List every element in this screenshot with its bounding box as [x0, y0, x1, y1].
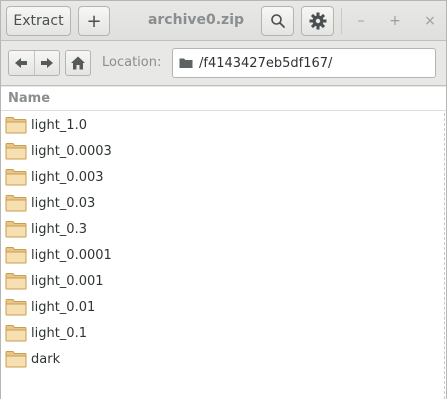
add-files-button[interactable]: +	[78, 6, 110, 36]
gear-icon	[309, 12, 327, 30]
folder-icon	[5, 116, 27, 134]
list-item[interactable]: light_1.0	[1, 112, 441, 138]
location-path: /f4143427eb5df167/	[199, 55, 333, 71]
list-item-label: light_0.0001	[31, 247, 112, 263]
folder-icon	[5, 220, 27, 238]
folder-icon	[179, 57, 193, 69]
search-button[interactable]	[261, 6, 294, 36]
arrow-right-icon	[40, 57, 54, 69]
list-item[interactable]: light_0.0003	[1, 138, 441, 164]
archive-manager-window: Extract + archive0.zip – + × Location: /…	[0, 0, 447, 399]
list-item[interactable]: light_0.0001	[1, 242, 441, 268]
navigation-group	[8, 50, 60, 76]
location-field[interactable]: /f4143427eb5df167/	[172, 48, 436, 78]
list-item[interactable]: light_0.03	[1, 190, 441, 216]
list-item-label: light_1.0	[31, 117, 87, 133]
folder-icon	[5, 298, 27, 316]
column-header-name[interactable]: Name	[1, 87, 446, 111]
folder-icon	[5, 142, 27, 160]
folder-icon	[5, 272, 27, 290]
folder-icon	[5, 350, 27, 368]
list-item-label: light_0.1	[31, 325, 87, 341]
list-item-label: light_0.003	[31, 169, 104, 185]
column-header-label: Name	[8, 91, 51, 106]
header-bar: Extract + archive0.zip – + ×	[1, 1, 446, 41]
list-item-label: light_0.0003	[31, 143, 112, 159]
list-item-label: dark	[31, 351, 61, 367]
file-list[interactable]: Name light_1.0 light_0.0003 light_0.003 lig…	[1, 87, 446, 399]
list-item[interactable]: dark	[1, 346, 441, 372]
location-label: Location:	[102, 55, 162, 70]
list-item[interactable]: light_0.1	[1, 320, 441, 346]
menu-button[interactable]	[301, 6, 334, 36]
file-rows: light_1.0 light_0.0003 light_0.003 light_0.…	[1, 112, 441, 372]
minimize-button[interactable]: –	[349, 9, 373, 33]
extract-button[interactable]: Extract	[6, 6, 71, 36]
list-item[interactable]: light_0.01	[1, 294, 441, 320]
close-button[interactable]: ×	[418, 9, 442, 33]
folder-icon	[5, 246, 27, 264]
column-divider	[444, 113, 445, 399]
list-item[interactable]: light_0.003	[1, 164, 441, 190]
list-item-label: light_0.01	[31, 299, 96, 315]
folder-icon	[5, 168, 27, 186]
arrow-left-icon	[14, 57, 28, 69]
location-toolbar: Location: /f4143427eb5df167/	[1, 41, 446, 86]
list-item-label: light_0.03	[31, 195, 96, 211]
search-icon	[270, 13, 286, 29]
back-button[interactable]	[9, 51, 34, 75]
window-title: archive0.zip	[147, 12, 245, 28]
maximize-button[interactable]: +	[383, 9, 407, 33]
list-item-label: light_0.001	[31, 273, 104, 289]
list-item-label: light_0.3	[31, 221, 87, 237]
forward-button[interactable]	[33, 51, 60, 75]
list-item[interactable]: light_0.3	[1, 216, 441, 242]
folder-icon	[5, 194, 27, 212]
folder-icon	[5, 324, 27, 342]
list-item[interactable]: light_0.001	[1, 268, 441, 294]
home-button[interactable]	[65, 50, 91, 76]
header-separator	[341, 8, 342, 34]
home-icon	[70, 55, 86, 71]
